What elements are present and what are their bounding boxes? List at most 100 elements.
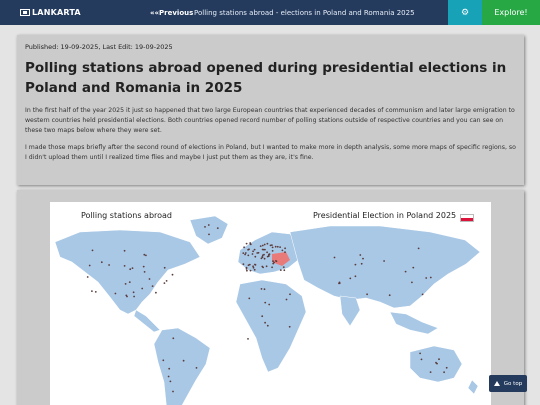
- polling-station-dot: [271, 266, 273, 269]
- polling-station-dot: [145, 254, 147, 257]
- polling-station-dot: [131, 267, 134, 269]
- previous-link[interactable]: ««Previous: [150, 0, 193, 25]
- polling-station-dot: [248, 297, 251, 300]
- gear-icon: ⚙: [460, 7, 470, 18]
- polling-station-dot: [155, 291, 157, 294]
- polling-station-dot: [279, 246, 281, 248]
- polling-station-dot: [264, 321, 266, 324]
- polling-station-dot: [412, 266, 415, 269]
- australia: [409, 345, 463, 383]
- arrow-up-icon: [493, 381, 500, 386]
- polling-station-dot: [411, 281, 413, 284]
- polling-station-dot: [123, 249, 126, 252]
- polling-station-dot: [354, 275, 357, 278]
- polling-station-dot: [261, 256, 264, 258]
- polling-station-dot: [404, 270, 407, 273]
- polling-station-dot: [208, 233, 210, 236]
- previous-article-title[interactable]: Polling stations abroad - elections in P…: [194, 0, 415, 25]
- settings-button[interactable]: ⚙: [448, 0, 482, 25]
- polling-station-dot: [165, 280, 168, 282]
- polling-station-dot: [263, 288, 266, 291]
- polling-station-dot: [285, 298, 288, 301]
- polling-station-dot: [262, 266, 264, 269]
- polling-station-dot: [419, 352, 421, 355]
- polling-station-dot: [263, 253, 265, 256]
- polling-station-dot: [204, 226, 206, 228]
- article-title: Polling stations abroad opened during pr…: [25, 60, 507, 96]
- article-paragraph-1: In the first half of the year 2025 it ju…: [25, 107, 515, 134]
- polling-station-dot: [163, 282, 166, 284]
- polling-station-dot: [245, 268, 248, 270]
- polling-station-dot: [333, 256, 336, 259]
- polling-station-dot: [94, 291, 97, 293]
- polling-station-dot: [283, 269, 286, 272]
- south-america: [153, 327, 211, 405]
- polling-station-dot: [167, 375, 170, 378]
- polling-station-dot: [246, 269, 248, 272]
- polling-station-dot: [362, 257, 364, 260]
- polling-station-dot: [279, 269, 282, 271]
- polling-station-dot: [421, 293, 424, 296]
- poland-flag-icon: [460, 214, 474, 222]
- polling-station-dot: [251, 253, 254, 255]
- go-top-label: Go top: [503, 380, 523, 387]
- polling-station-dot: [248, 248, 250, 251]
- southeast-asia: [389, 311, 439, 335]
- polling-station-dot: [182, 359, 185, 362]
- polling-station-dot: [420, 358, 423, 361]
- polling-station-dot: [129, 268, 132, 271]
- brand-name: LANKARTA: [32, 8, 81, 17]
- polling-station-dot: [243, 246, 246, 249]
- polling-station-dot: [429, 276, 432, 279]
- polling-station-dot: [269, 244, 272, 247]
- polling-station-dot: [207, 224, 210, 226]
- polling-station-dot: [162, 359, 165, 362]
- polling-station-dot: [195, 367, 198, 369]
- polling-station-dot: [284, 251, 286, 253]
- africa: [235, 279, 307, 373]
- polling-station-dot: [267, 255, 270, 257]
- polling-station-dot: [272, 260, 274, 262]
- polling-station-dot: [253, 248, 256, 251]
- polling-station-dot: [259, 245, 262, 247]
- polling-station-dot: [143, 271, 146, 273]
- polling-station-dot: [263, 257, 266, 260]
- polling-station-dot: [271, 246, 274, 249]
- publish-meta: Published: 19-09-2025, Last Edit: 19-09-…: [25, 43, 173, 51]
- polling-station-dot: [133, 295, 135, 298]
- polling-station-dot: [261, 244, 264, 247]
- polling-station-dot: [435, 361, 437, 364]
- polling-station-dot: [289, 293, 291, 296]
- polling-station-dot: [172, 390, 174, 393]
- polling-station-dot: [247, 338, 249, 340]
- polling-station-dot: [247, 264, 250, 267]
- polling-station-dot: [263, 243, 266, 246]
- polling-station-dot: [273, 261, 275, 264]
- world-map[interactable]: Polling stations abroad Presidential Ele…: [50, 202, 491, 405]
- polling-station-dot: [249, 242, 252, 244]
- polling-station-dot: [86, 276, 89, 278]
- map-card: Polling stations abroad Presidential Ele…: [17, 190, 524, 405]
- polling-station-dot: [271, 250, 274, 252]
- polling-station-dot: [349, 277, 352, 280]
- polling-station-dot: [242, 252, 245, 254]
- india: [339, 295, 361, 327]
- polling-station-dot: [168, 367, 171, 370]
- polling-station-dot: [359, 254, 362, 256]
- brand-logo-icon: [20, 9, 30, 16]
- polling-station-dot: [128, 281, 131, 283]
- polling-station-dot: [266, 242, 269, 245]
- polling-station-dot: [123, 265, 126, 267]
- polling-station-dot: [262, 248, 265, 251]
- north-america: [54, 229, 201, 315]
- greenland: [189, 215, 229, 245]
- polling-station-dot: [253, 268, 256, 271]
- new-zealand: [467, 379, 479, 395]
- brand[interactable]: LANKARTA: [20, 0, 81, 25]
- polling-station-dot: [265, 265, 268, 268]
- go-top-button[interactable]: Go top: [489, 375, 527, 392]
- article-card: Published: 19-09-2025, Last Edit: 19-09-…: [17, 35, 524, 185]
- polling-station-dot: [274, 245, 277, 248]
- map-title-left: Polling stations abroad: [81, 211, 173, 220]
- explore-button[interactable]: Explore!: [482, 0, 540, 25]
